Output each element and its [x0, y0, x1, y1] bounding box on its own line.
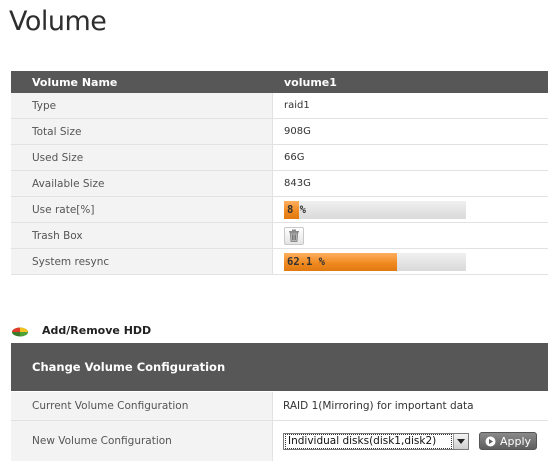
hdd-section-label: Add/Remove HDD	[42, 323, 152, 337]
row-total-size: Total Size 908G	[11, 119, 548, 145]
row-value: 843G	[284, 178, 311, 189]
row-label: Available Size	[11, 171, 273, 196]
row-system-resync: System resync 62.1 %	[11, 249, 548, 275]
apply-label: Apply	[499, 434, 532, 448]
volume-table-header: Volume Name volume1	[11, 71, 548, 93]
new-config-row: New Volume Configuration Individual disk…	[11, 421, 548, 461]
row-label: Trash Box	[11, 223, 273, 248]
resync-text: 62.1 %	[287, 255, 325, 268]
row-used-size: Used Size 66G	[11, 145, 548, 171]
row-value: raid1	[284, 100, 310, 111]
row-label: Total Size	[11, 119, 273, 144]
volume-name-label: Volume Name	[32, 75, 118, 89]
row-type: Type raid1	[11, 93, 548, 119]
row-label: Use rate[%]	[11, 197, 273, 222]
row-available-size: Available Size 843G	[11, 171, 548, 197]
row-trash-box: Trash Box	[11, 223, 548, 249]
new-config-select-value: Individual disks(disk1,disk2)	[285, 433, 452, 449]
page-title: Volume	[9, 6, 107, 37]
row-label: System resync	[11, 249, 273, 274]
chevron-down-icon[interactable]	[453, 433, 468, 449]
change-config-header: Change Volume Configuration	[11, 343, 548, 391]
apply-button[interactable]: Apply	[479, 432, 537, 450]
row-value: 908G	[284, 126, 311, 137]
hdd-section-title: Add/Remove HDD	[11, 322, 151, 338]
apply-icon	[485, 436, 496, 446]
current-config-label: Current Volume Configuration	[11, 392, 273, 420]
use-rate-bar: 8 %	[284, 200, 466, 219]
trash-box-button[interactable]	[284, 226, 304, 245]
current-config-row: Current Volume Configuration RAID 1(Mirr…	[11, 392, 548, 421]
new-config-select[interactable]: Individual disks(disk1,disk2)	[283, 432, 469, 450]
row-label: Type	[11, 93, 273, 118]
row-value: 66G	[284, 152, 305, 163]
row-use-rate: Use rate[%] 8 %	[11, 197, 548, 223]
use-rate-text: 8 %	[287, 203, 306, 216]
volume-name-value: volume1	[284, 75, 337, 89]
current-config-value: RAID 1(Mirroring) for important data	[283, 400, 474, 412]
volume-table: Volume Name volume1 Type raid1 Total Siz…	[11, 71, 548, 275]
new-config-label: New Volume Configuration	[11, 421, 273, 461]
resync-bar: 62.1 %	[284, 252, 466, 271]
row-label: Used Size	[11, 145, 273, 170]
trash-icon	[289, 229, 299, 242]
pie-chart-icon	[12, 327, 28, 337]
